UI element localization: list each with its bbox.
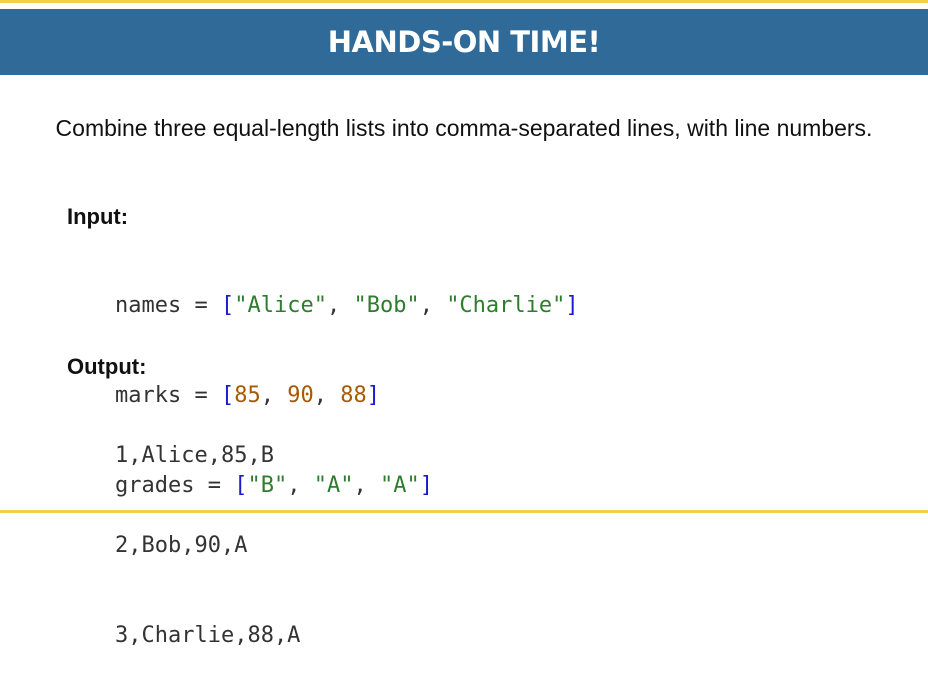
list-value: 88 bbox=[340, 383, 367, 408]
list-value: "A" bbox=[379, 473, 420, 498]
names-line: names = ["Alice", "Bob", "Charlie"] bbox=[115, 291, 579, 321]
names-var: names bbox=[115, 293, 182, 318]
list-value: "Alice" bbox=[234, 293, 327, 318]
separator: , bbox=[353, 473, 380, 498]
task-description: Combine three equal-length lists into co… bbox=[55, 115, 873, 141]
input-label: Input: bbox=[67, 204, 129, 229]
list-value: "A" bbox=[313, 473, 354, 498]
list-value: "Charlie" bbox=[446, 293, 566, 318]
open-bracket: [ bbox=[220, 293, 235, 318]
close-bracket: ] bbox=[366, 383, 380, 408]
separator: , bbox=[313, 383, 341, 408]
header-bar: HANDS-ON TIME! bbox=[0, 9, 928, 75]
separator: , bbox=[326, 293, 354, 318]
top-accent-stripe bbox=[0, 0, 928, 3]
output-line: 3,Charlie,88,A bbox=[115, 623, 301, 648]
output-label: Output: bbox=[67, 354, 147, 379]
output-line: 1,Alice,85,B bbox=[115, 443, 274, 468]
page-title: HANDS-ON TIME! bbox=[327, 25, 601, 59]
output-code-block: 1,Alice,85,B 2,Bob,90,A 3,Charlie,88,A bbox=[115, 381, 300, 681]
separator: , bbox=[419, 293, 447, 318]
close-bracket: ] bbox=[565, 293, 579, 318]
list-value: "Bob" bbox=[353, 293, 420, 318]
output-line: 2,Bob,90,A bbox=[115, 533, 248, 558]
assign-op: = bbox=[181, 293, 221, 318]
close-bracket: ] bbox=[419, 473, 433, 498]
bottom-accent-stripe bbox=[0, 510, 928, 513]
